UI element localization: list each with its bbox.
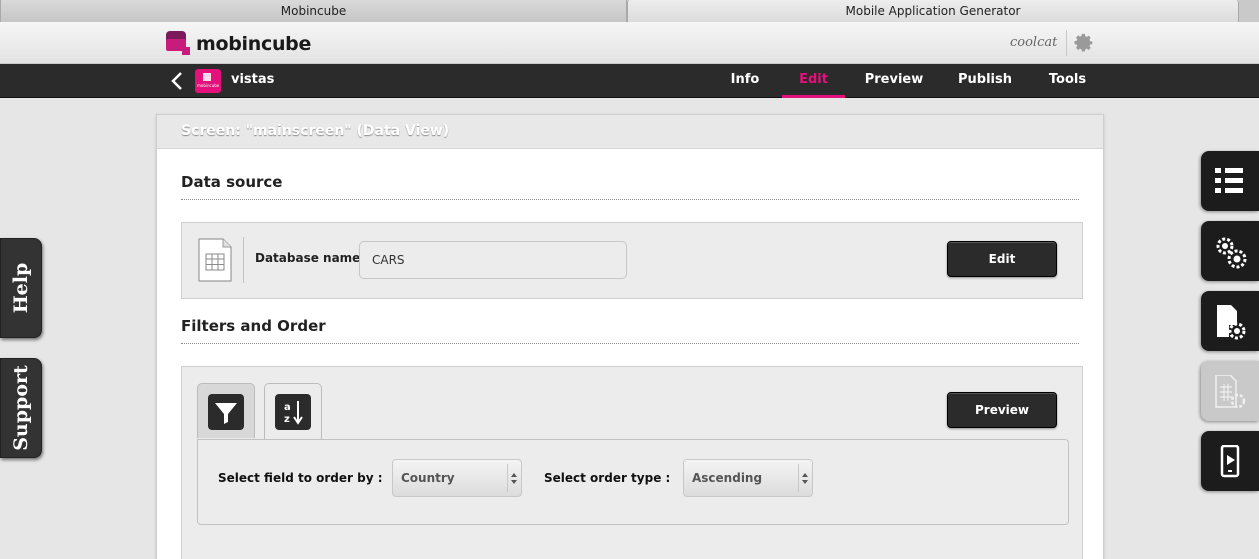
- database-table-icon: [198, 238, 232, 282]
- preview-button[interactable]: Preview: [947, 392, 1057, 428]
- order-field-label: Select field to order by :: [218, 471, 383, 485]
- order-type-value: Ascending: [692, 471, 763, 485]
- settings-button[interactable]: [1201, 221, 1259, 281]
- browser-tab-generator[interactable]: Mobile Application Generator: [627, 0, 1239, 22]
- browser-tab-mobincube[interactable]: Mobincube: [0, 0, 627, 22]
- select-arrows-icon: [798, 464, 812, 492]
- nav-tab-tools[interactable]: Tools: [1045, 64, 1090, 98]
- order-field-value: Country: [401, 471, 455, 485]
- support-tab-label: Support: [10, 365, 32, 451]
- filters-order-title: Filters and Order: [181, 317, 326, 335]
- app-navbar: mobincube vistas Info Edit Preview Publi…: [0, 64, 1259, 98]
- sort-az-icon: a z: [275, 394, 311, 430]
- gears-icon: [1216, 237, 1247, 269]
- data-source-panel: Database name CARS Edit: [181, 222, 1083, 299]
- mobile-preview-button[interactable]: [1201, 431, 1259, 491]
- new-tab-button[interactable]: [1239, 0, 1259, 22]
- divider: [181, 343, 1079, 344]
- list-view-button[interactable]: [1201, 151, 1259, 211]
- site-header: mobincube coolcat: [0, 22, 1259, 64]
- order-type-select[interactable]: Ascending: [683, 459, 813, 497]
- card-title: Screen: "mainscreen" (Data View): [157, 115, 1103, 149]
- data-source-title: Data source: [181, 173, 283, 191]
- help-tab[interactable]: Help: [0, 238, 42, 338]
- database-settings-button[interactable]: [1201, 361, 1259, 421]
- database-name-field[interactable]: CARS: [359, 241, 627, 279]
- select-arrows-icon: [507, 464, 521, 492]
- browser-tabbar: Mobincube Mobile Application Generator: [0, 0, 1259, 22]
- settings-gear-icon[interactable]: [1073, 32, 1095, 54]
- divider: [243, 237, 244, 283]
- back-chevron-icon[interactable]: [168, 70, 186, 92]
- support-tab[interactable]: Support: [0, 358, 42, 458]
- list-icon: [1215, 168, 1243, 193]
- brand-logo[interactable]: mobincube: [166, 30, 311, 58]
- mobile-preview-icon: [1220, 445, 1240, 478]
- brand-logo-mark: [166, 31, 192, 57]
- order-type-label: Select order type :: [544, 471, 671, 485]
- nav-tab-publish[interactable]: Publish: [955, 64, 1015, 98]
- order-tab-panel: Select field to order by : Country Selec…: [197, 439, 1069, 525]
- edit-database-button[interactable]: Edit: [947, 241, 1057, 277]
- database-name-label: Database name: [255, 251, 361, 265]
- help-tab-label: Help: [10, 262, 32, 314]
- tab-filters[interactable]: [197, 383, 255, 438]
- nav-tab-edit[interactable]: Edit: [782, 64, 845, 98]
- nav-tab-info[interactable]: Info: [725, 64, 765, 98]
- filters-order-panel: a z Preview Select field to order by : C…: [181, 366, 1083, 559]
- divider: [181, 199, 1079, 200]
- page-settings-icon: [1217, 305, 1246, 340]
- svg-text:z: z: [284, 414, 290, 425]
- nav-tab-preview[interactable]: Preview: [862, 64, 926, 98]
- username[interactable]: coolcat: [1010, 35, 1057, 50]
- svg-text:a: a: [284, 402, 291, 413]
- database-settings-icon: [1215, 375, 1246, 409]
- page-settings-button[interactable]: [1201, 291, 1259, 351]
- app-name: vistas: [231, 72, 275, 87]
- screen-editor-card: Screen: "mainscreen" (Data View) Data so…: [156, 114, 1104, 559]
- header-divider: [1066, 30, 1067, 56]
- app-icon: mobincube: [195, 69, 221, 93]
- filter-funnel-icon: [208, 394, 244, 430]
- order-field-select[interactable]: Country: [392, 459, 522, 497]
- brand-name: mobincube: [196, 33, 312, 55]
- tab-order[interactable]: a z: [264, 383, 322, 441]
